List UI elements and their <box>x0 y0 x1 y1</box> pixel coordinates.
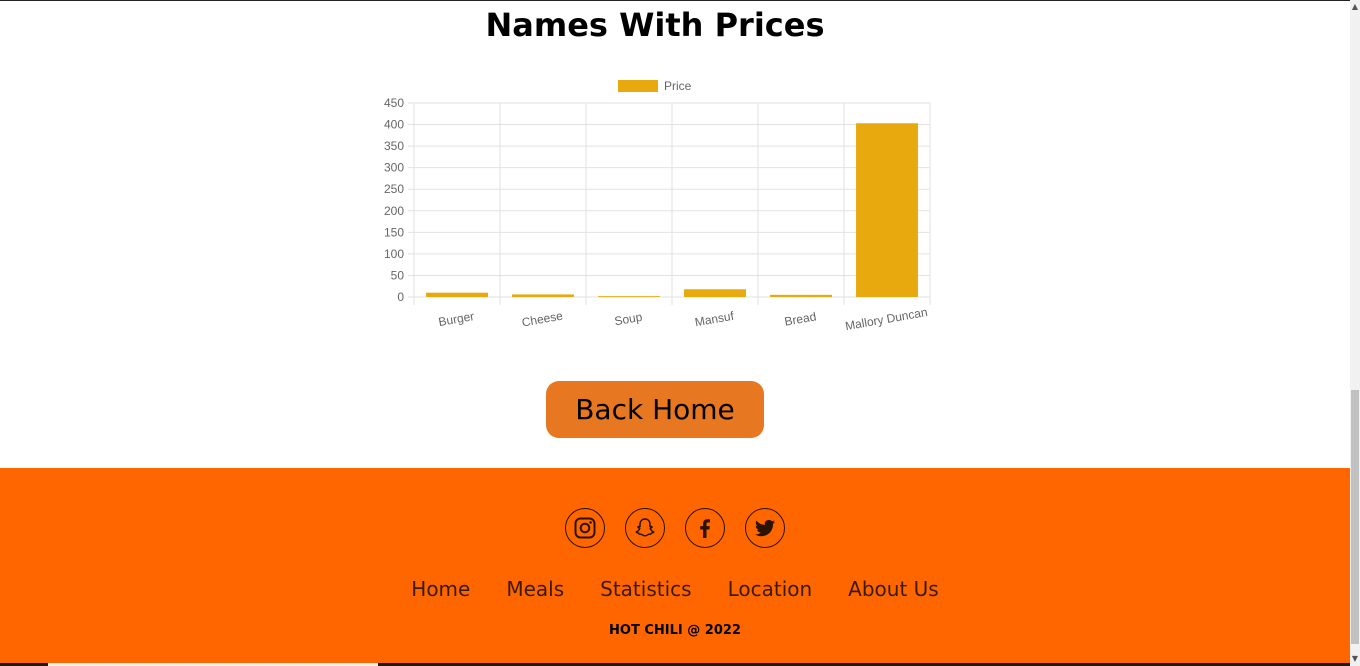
y-tick-label: 200 <box>384 204 404 218</box>
footer-nav-statistics[interactable]: Statistics <box>600 577 691 601</box>
footer-nav: Home Meals Statistics Location About Us <box>0 577 1350 601</box>
price-bar-chart: Price 450 400 350 300 250 200 150 100 50 0 Burger Ch… <box>384 79 931 333</box>
y-tick-label: 250 <box>384 182 404 196</box>
snapchat-link[interactable] <box>625 508 665 548</box>
y-tick-label: 300 <box>384 161 404 175</box>
y-tick-label: 450 <box>384 96 404 110</box>
x-tick-label: Burger <box>437 309 475 329</box>
x-tick-label: Mansuf <box>694 309 736 330</box>
y-tick-label: 0 <box>397 290 404 304</box>
scroll-down-arrow-icon[interactable]: ▼ <box>1350 652 1360 666</box>
facebook-icon <box>700 519 710 538</box>
footer: Home Meals Statistics Location About Us … <box>0 468 1350 666</box>
top-rule <box>0 0 1350 1</box>
scroll-thumb[interactable] <box>1351 390 1359 644</box>
bar-mallory-duncan <box>856 123 918 297</box>
footer-nav-about-us[interactable]: About Us <box>848 577 939 601</box>
x-tick-label: Cheese <box>521 309 564 330</box>
twitter-link[interactable] <box>745 508 785 548</box>
bar-burger <box>426 292 488 297</box>
snapchat-icon <box>635 518 655 537</box>
footer-nav-meals[interactable]: Meals <box>506 577 564 601</box>
footer-nav-location[interactable]: Location <box>728 577 813 601</box>
bar-cheese <box>512 294 574 297</box>
footer-nav-home[interactable]: Home <box>411 577 470 601</box>
y-tick-label: 150 <box>384 225 404 239</box>
y-tick-label: 100 <box>384 247 404 261</box>
copyright: HOT CHILI @ 2022 <box>609 623 741 638</box>
x-tick-label: Mallory Duncan <box>844 305 929 333</box>
page-title: Names With Prices <box>485 6 825 44</box>
legend-label: Price <box>664 79 692 93</box>
bar-soup <box>598 296 660 297</box>
instagram-icon <box>574 517 596 539</box>
scrollbar[interactable]: ▲ ▼ <box>1350 0 1360 666</box>
y-tick-label: 50 <box>391 268 405 282</box>
x-tick-label: Soup <box>613 310 643 329</box>
social-links <box>0 508 1350 548</box>
twitter-icon <box>755 519 775 537</box>
bar-mansuf <box>684 289 746 297</box>
back-home-button[interactable]: Back Home <box>546 381 764 438</box>
scroll-up-arrow-icon[interactable]: ▲ <box>1350 0 1360 14</box>
facebook-link[interactable] <box>685 508 725 548</box>
instagram-link[interactable] <box>565 508 605 548</box>
y-tick-label: 400 <box>384 118 404 132</box>
bar-bread <box>770 294 832 297</box>
x-tick-label: Bread <box>783 309 817 328</box>
y-tick-label: 350 <box>384 139 404 153</box>
legend-swatch <box>618 80 658 92</box>
